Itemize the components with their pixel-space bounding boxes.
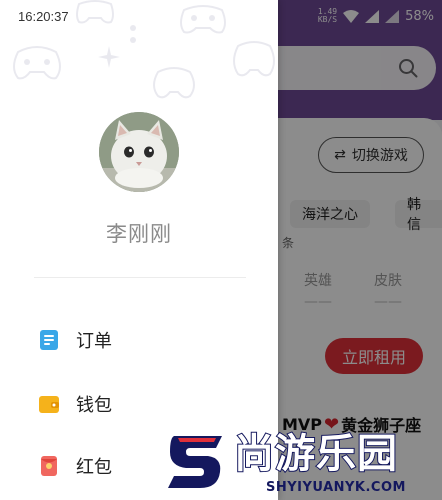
sparkle-icon <box>98 46 120 68</box>
divider <box>34 277 246 278</box>
navigation-drawer: 16:20:37 李刚刚 订单 钱包 红包 <box>0 0 278 500</box>
dots-icon <box>130 25 136 43</box>
gamepad-icon <box>153 67 195 99</box>
gamepad-icon <box>76 0 114 24</box>
menu-label-order: 订单 <box>76 331 112 351</box>
menu-label-red-packet: 红包 <box>76 457 112 477</box>
gamepad-icon <box>13 46 61 80</box>
status-time: 16:20:37 <box>18 9 69 24</box>
site-watermark: 尚游乐园 SHYIYUANYK.COM <box>164 431 442 500</box>
watermark-url: SHYIYUANYK.COM <box>266 480 406 495</box>
user-name: 李刚刚 <box>106 223 172 246</box>
gamepad-icon <box>233 41 275 77</box>
menu-item-order[interactable]: 订单 <box>38 320 238 360</box>
watermark-title: 尚游乐园 <box>233 431 398 477</box>
gamepad-icon <box>180 5 226 34</box>
menu-item-wallet[interactable]: 钱包 <box>38 384 238 424</box>
avatar[interactable] <box>99 112 179 192</box>
cat-avatar-image <box>99 112 179 192</box>
watermark-logo-icon <box>168 436 222 488</box>
wallet-icon <box>39 396 59 413</box>
menu-label-wallet: 钱包 <box>76 395 112 415</box>
red-packet-icon <box>41 456 57 476</box>
order-icon <box>40 330 58 350</box>
